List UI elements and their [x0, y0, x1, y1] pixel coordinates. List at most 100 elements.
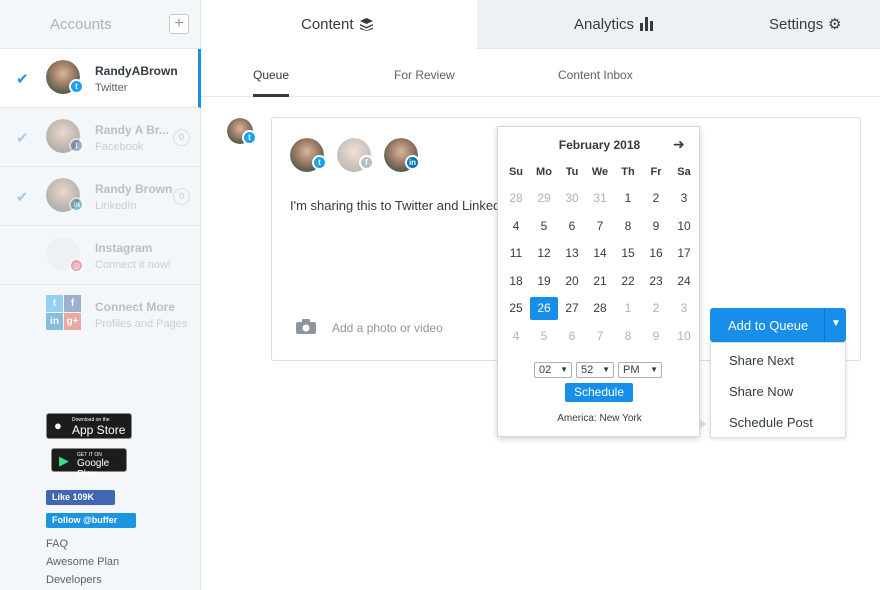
checkmark-icon: ✔: [16, 130, 29, 147]
calendar-day[interactable]: 1: [614, 297, 642, 320]
ampm-select[interactable]: PM ▼: [618, 362, 662, 378]
menu-item-schedule-post[interactable]: Schedule Post: [729, 415, 813, 430]
minute-select[interactable]: 52 ▼: [576, 362, 614, 378]
calendar-day[interactable]: 23: [642, 270, 670, 293]
account-name: RandyABrown: [95, 64, 178, 78]
main-tabs: Content Analytics Settings ⚙: [201, 0, 880, 49]
hour-value: 02: [539, 364, 552, 376]
calendar-day[interactable]: 6: [558, 325, 586, 348]
calendar-day[interactable]: 29: [530, 187, 558, 210]
calendar-day[interactable]: 7: [586, 325, 614, 348]
sidebar: Accounts + ✔ t RandyABrown Twitter ✔ f R…: [0, 0, 201, 590]
arrow-right-icon[interactable]: ➜: [673, 136, 685, 153]
calendar-day[interactable]: 10: [670, 325, 698, 348]
account-randyabrown-twitter[interactable]: ✔ t RandyABrown Twitter: [0, 49, 201, 108]
calendar-day[interactable]: 19: [530, 270, 558, 293]
accounts-title: Accounts: [50, 16, 112, 33]
queue-count-badge: 0: [173, 129, 190, 146]
google-play-badge[interactable]: ▶ GET IT ON Google Play: [51, 448, 127, 480]
subtab-queue[interactable]: Queue: [253, 68, 290, 97]
account-name: Instagram: [95, 241, 153, 255]
calendar-day[interactable]: 8: [614, 215, 642, 238]
calendar-day[interactable]: 21: [586, 270, 614, 293]
calendar-day[interactable]: 5: [530, 325, 558, 348]
post-text[interactable]: I'm sharing this to Twitter and Linked: [290, 198, 500, 213]
weekday-header: Tu: [565, 166, 579, 178]
gear-icon: ⚙: [828, 16, 842, 33]
calendar-month: February 2018: [558, 138, 641, 152]
hour-select[interactable]: 02 ▼: [534, 362, 572, 378]
calendar-day[interactable]: 2: [642, 187, 670, 210]
calendar-day[interactable]: 25: [502, 297, 530, 320]
weekday-header: Sa: [677, 166, 691, 178]
calendar-day[interactable]: 2: [642, 297, 670, 320]
subtab-content-inbox[interactable]: Content Inbox: [558, 68, 633, 82]
calendar-day[interactable]: 9: [642, 325, 670, 348]
account-instagram-connect[interactable]: ◎ Instagram Connect it now!: [0, 226, 201, 285]
calendar-day[interactable]: 22: [614, 270, 642, 293]
calendar-day[interactable]: 28: [586, 297, 614, 320]
tab-content[interactable]: Content: [201, 0, 477, 49]
account-network: Connect it now!: [95, 259, 171, 271]
calendar-day[interactable]: 27: [558, 297, 586, 320]
timezone-label: America: New York: [557, 413, 642, 424]
linkedin-icon: in: [405, 155, 420, 170]
checkmark-icon: ✔: [16, 189, 29, 206]
camera-icon[interactable]: [296, 319, 316, 334]
add-photo-link[interactable]: Add a photo or video: [332, 321, 443, 335]
calendar-day[interactable]: 7: [586, 215, 614, 238]
calendar-day[interactable]: 14: [586, 242, 614, 265]
account-randy-facebook[interactable]: ✔ f Randy A Br... Facebook 0: [0, 108, 201, 167]
calendar-day[interactable]: 12: [530, 242, 558, 265]
weekday-header: Mo: [536, 166, 552, 178]
layers-icon: [360, 18, 373, 31]
tab-label: Content: [301, 16, 354, 33]
calendar-day[interactable]: 3: [670, 297, 698, 320]
calendar-day[interactable]: 20: [558, 270, 586, 293]
calendar-day[interactable]: 18: [502, 270, 530, 293]
calendar-day[interactable]: 13: [558, 242, 586, 265]
calendar-day[interactable]: 10: [670, 215, 698, 238]
menu-item-share-now[interactable]: Share Now: [729, 384, 793, 399]
calendar-day[interactable]: 4: [502, 325, 530, 348]
calendar-day[interactable]: 26: [530, 297, 558, 320]
calendar-day[interactable]: 16: [642, 242, 670, 265]
calendar-day[interactable]: 5: [530, 215, 558, 238]
calendar-day[interactable]: 9: [642, 215, 670, 238]
connect-more[interactable]: t f in g+ Connect More Profiles and Page…: [0, 285, 201, 344]
account-randy-linkedin[interactable]: ✔ in Randy Brown LinkedIn 0: [0, 167, 201, 226]
tab-analytics[interactable]: Analytics Settings ⚙: [477, 0, 880, 49]
faq-link[interactable]: FAQ: [46, 538, 68, 550]
calendar-day[interactable]: 30: [558, 187, 586, 210]
calendar-day[interactable]: 8: [614, 325, 642, 348]
developers-link[interactable]: Developers: [46, 574, 102, 586]
tab-settings[interactable]: Settings: [769, 16, 823, 33]
plan-link[interactable]: Awesome Plan: [46, 556, 119, 568]
calendar-day[interactable]: 24: [670, 270, 698, 293]
twitter-follow-button[interactable]: Follow @buffer: [46, 513, 136, 528]
facebook-icon: f: [359, 155, 374, 170]
accounts-header: Accounts +: [0, 0, 200, 49]
calendar-day[interactable]: 31: [586, 187, 614, 210]
chevron-down-icon: ▼: [560, 365, 568, 374]
calendar-day[interactable]: 6: [558, 215, 586, 238]
schedule-button[interactable]: Schedule: [565, 383, 633, 402]
chevron-down-icon[interactable]: ▼: [831, 318, 841, 329]
schedule-calendar: February 2018 ➜ Su Mo Tu We Th Fr Sa 28 29 30 31 1 2…: [497, 126, 700, 437]
app-store-badge[interactable]: ● Download on the App Store: [46, 413, 132, 439]
add-to-queue-button[interactable]: Add to Queue ▼: [710, 308, 846, 342]
checkmark-icon: ✔: [16, 71, 29, 88]
facebook-icon: f: [69, 138, 84, 153]
calendar-day[interactable]: 1: [614, 187, 642, 210]
calendar-day[interactable]: 28: [502, 187, 530, 210]
add-account-button[interactable]: +: [169, 14, 189, 34]
calendar-day[interactable]: 11: [502, 242, 530, 265]
menu-item-share-next[interactable]: Share Next: [729, 353, 794, 368]
subtab-for-review[interactable]: For Review: [394, 68, 455, 82]
calendar-day[interactable]: 17: [670, 242, 698, 265]
calendar-day[interactable]: 4: [502, 215, 530, 238]
calendar-day[interactable]: 15: [614, 242, 642, 265]
calendar-day[interactable]: 3: [670, 187, 698, 210]
facebook-like-button[interactable]: Like 109K: [46, 490, 115, 505]
content-subtabs: Queue For Review Content Inbox: [201, 49, 880, 97]
